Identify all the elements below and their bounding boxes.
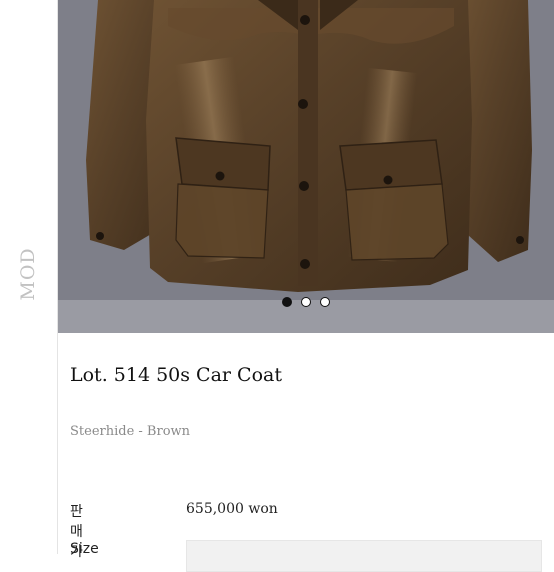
size-label: Size <box>70 541 99 557</box>
carousel-dot-2[interactable] <box>301 297 311 307</box>
left-sidebar: MOD <box>0 0 58 554</box>
carousel-dot-1[interactable] <box>282 297 292 307</box>
product-subtitle: Steerhide - Brown <box>70 424 191 439</box>
jacket-image <box>58 0 554 333</box>
price-value: 655,000 won <box>186 501 278 517</box>
brand-logo[interactable]: MOD <box>17 247 39 300</box>
product-image-gallery[interactable] <box>58 0 554 333</box>
product-title: Lot. 514 50s Car Coat <box>70 364 282 386</box>
size-select[interactable] <box>186 540 542 572</box>
carousel-indicators <box>58 297 554 307</box>
carousel-dot-3[interactable] <box>320 297 330 307</box>
